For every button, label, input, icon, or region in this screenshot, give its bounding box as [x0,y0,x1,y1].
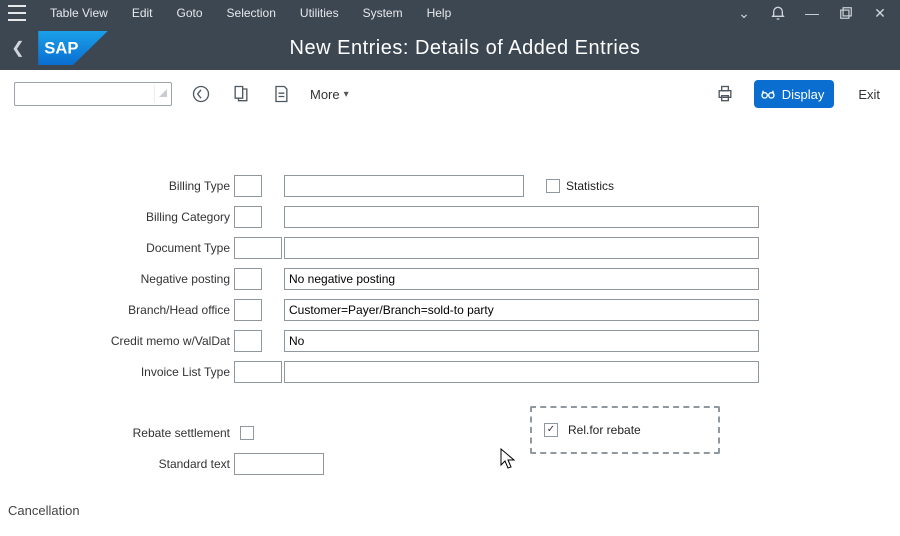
exit-button[interactable]: Exit [852,87,886,102]
input-billing-category-desc[interactable] [284,206,759,228]
input-credit-memo-code[interactable] [234,330,262,352]
form-content: Billing Type Statistics Billing Category… [0,118,900,489]
menu-edit[interactable]: Edit [122,2,163,24]
label-negative-posting: Negative posting [10,272,234,286]
row-billing-type: Billing Type Statistics [10,170,890,201]
previous-entry-icon[interactable] [190,83,212,105]
row-billing-category: Billing Category [10,201,890,232]
hamburger-icon[interactable] [8,5,28,21]
menu-goto[interactable]: Goto [167,2,213,24]
label-billing-category: Billing Category [10,210,234,224]
display-button[interactable]: Display [754,80,835,108]
menubar: Table View Edit Goto Selection Utilities… [0,0,900,26]
system-notifications-icon[interactable] [766,4,790,22]
window-restore-icon[interactable] [834,4,858,22]
checkbox-statistics[interactable] [546,179,560,193]
label-statistics: Statistics [566,179,614,193]
label-rel-for-rebate: Rel.for rebate [568,423,641,437]
menu-help[interactable]: Help [417,2,462,24]
section-cancellation: Cancellation [0,489,900,518]
input-credit-memo-desc[interactable] [284,330,759,352]
input-billing-type-code[interactable] [234,175,262,197]
checkbox-rel-for-rebate[interactable]: ✓ [544,423,558,437]
input-standard-text[interactable] [234,453,324,475]
input-document-type-code[interactable] [234,237,282,259]
label-branch-head-office: Branch/Head office [10,303,234,317]
more-menu[interactable]: More ▾ [310,87,349,102]
menu-selection[interactable]: Selection [217,2,286,24]
input-billing-type-desc[interactable] [284,175,524,197]
input-branch-head-office-desc[interactable] [284,299,759,321]
input-invoice-list-type-code[interactable] [234,361,282,383]
window-close-icon[interactable]: ✕ [868,4,892,22]
sap-logo: SAP [38,31,108,65]
label-standard-text: Standard text [10,457,234,471]
input-document-type-desc[interactable] [284,237,759,259]
print-icon[interactable] [714,83,736,105]
window-minimize-icon[interactable]: — [800,4,824,22]
label-billing-type: Billing Type [10,179,234,193]
menu-utilities[interactable]: Utilities [290,2,349,24]
chevron-down-icon: ▾ [344,89,349,100]
label-invoice-list-type: Invoice List Type [10,365,234,379]
row-credit-memo: Credit memo w/ValDat [10,325,890,356]
system-shortcut-icon[interactable]: ⌄ [732,4,756,22]
input-branch-head-office-code[interactable] [234,299,262,321]
label-credit-memo: Credit memo w/ValDat [10,334,234,348]
page-title: New Entries: Details of Added Entries [118,37,892,60]
other-entry-icon[interactable] [270,83,292,105]
menu-system[interactable]: System [353,2,413,24]
menu-table-view[interactable]: Table View [40,2,118,24]
more-label: More [310,87,340,102]
row-negative-posting: Negative posting [10,263,890,294]
input-negative-posting-desc[interactable] [284,268,759,290]
command-field[interactable] [14,82,172,106]
row-document-type: Document Type [10,232,890,263]
row-standard-text: Standard text [10,448,890,479]
label-rebate-settlement: Rebate settlement [10,426,234,440]
row-rebate-settlement: Rebate settlement ✓ Rel.for rebate [10,417,890,448]
checkbox-rebate-settlement[interactable] [240,426,254,440]
row-branch-head-office: Branch/Head office [10,294,890,325]
row-invoice-list-type: Invoice List Type [10,356,890,387]
label-document-type: Document Type [10,241,234,255]
glasses-icon [760,86,776,102]
rel-for-rebate-group: ✓ Rel.for rebate [530,406,720,454]
input-invoice-list-type-desc[interactable] [284,361,759,383]
back-button[interactable]: ❮ [8,38,28,58]
next-entry-icon[interactable] [230,83,252,105]
application-toolbar: More ▾ Display Exit [0,70,900,118]
input-negative-posting-code[interactable] [234,268,262,290]
titlebar: ❮ SAP New Entries: Details of Added Entr… [0,26,900,70]
input-billing-category-code[interactable] [234,206,262,228]
svg-text:SAP: SAP [44,39,78,58]
display-label: Display [782,87,825,102]
